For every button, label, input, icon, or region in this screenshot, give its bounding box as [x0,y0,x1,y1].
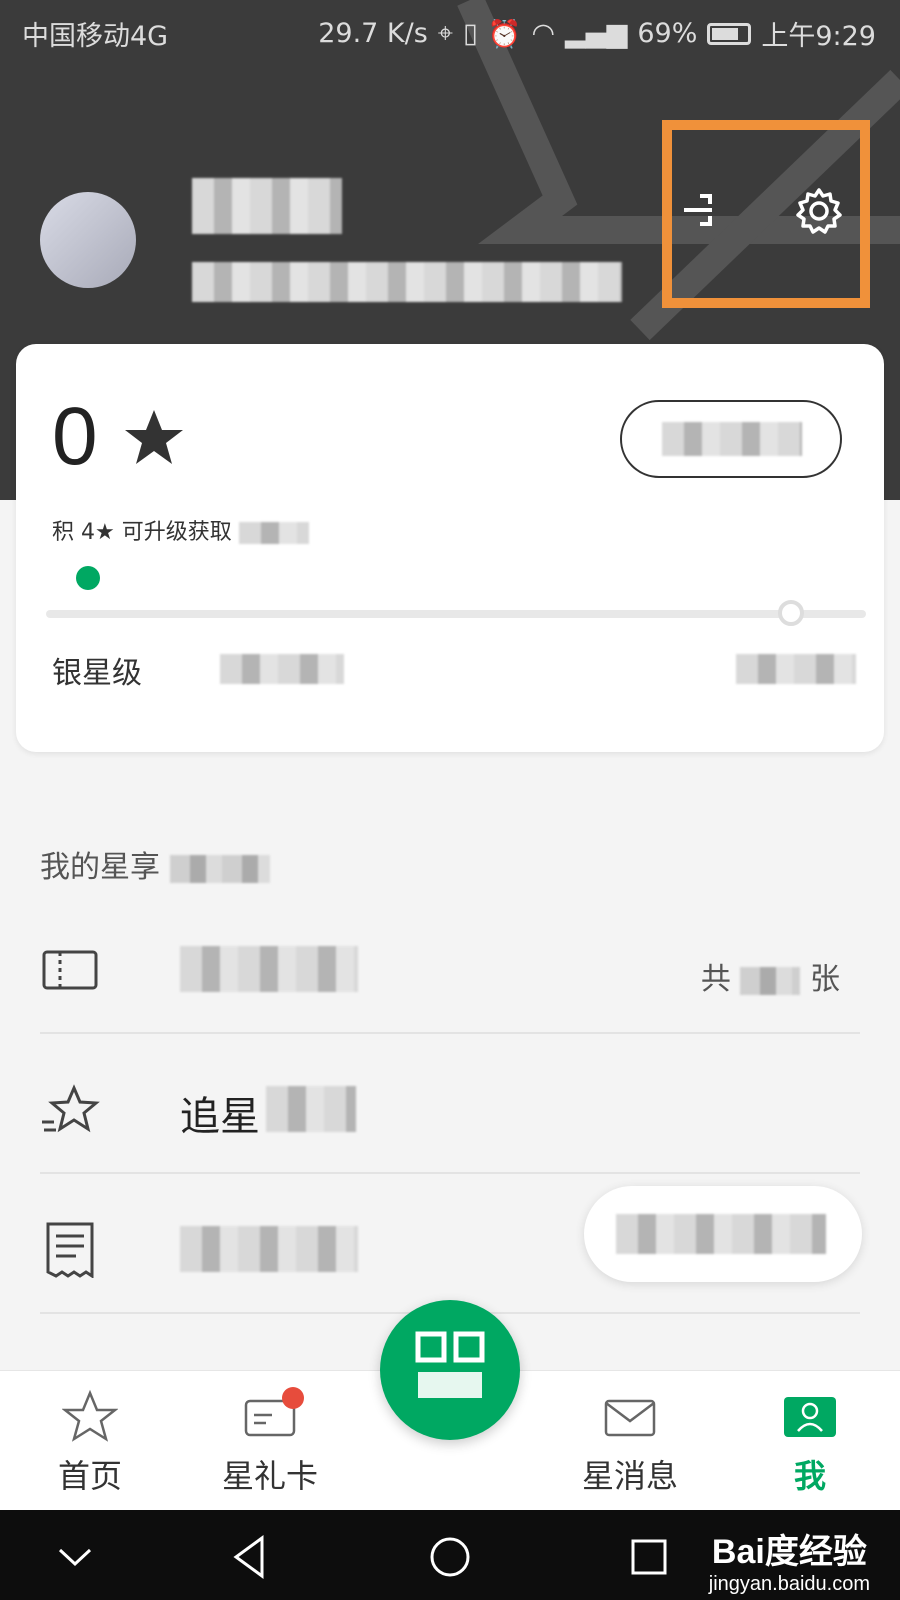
star-outline-icon [62,1389,118,1442]
progress-track [46,610,866,618]
section-title: 我的星享 [40,842,270,886]
coupon-count: 共 张 [701,954,840,998]
envelope-icon [604,1399,656,1437]
notification-badge [282,1387,304,1409]
tab-label: 星消息 [581,1457,678,1495]
recents-icon[interactable] [624,1532,674,1582]
list-item-label-blur [266,1086,356,1132]
carrier-label: 中国移动4G [22,21,169,52]
list-item-label: 追星 [180,1094,260,1140]
progress-current-dot [76,566,100,590]
tab-home[interactable]: 首页 [10,1371,170,1511]
qr-code-button[interactable] [380,1300,520,1440]
person-icon [784,1397,836,1437]
star-icon [125,410,183,464]
my-orders-button[interactable] [584,1186,862,1282]
status-bar: 中国移动4G 29.7 K/s ⌖ ▯ ⏰ ◠ ▂▄▆ 69% 上午9:29 [0,0,900,64]
watermark-brand: Bai度经验 [711,1533,867,1571]
next-level-label [736,654,856,684]
tab-gift-card[interactable]: 星礼卡 [190,1371,350,1511]
member-level-info [192,262,622,302]
section-title-text: 我的星享 [40,850,160,885]
watermark-domain: jingyan.baidu.com [708,1573,870,1595]
list-item-label [180,946,358,992]
back-icon[interactable] [226,1532,276,1582]
benefits-button[interactable] [620,400,842,478]
network-speed: 29.7 K/s [318,18,428,49]
qr-code-icon [415,1331,485,1398]
progress-target-knob [778,600,804,626]
upgrade-hint: 积 4★ 可升级获取 [52,514,309,546]
stars-count: 0 [52,391,98,482]
avatar[interactable] [40,192,136,288]
system-nav-bar: Bai度经验 jingyan.baidu.com [0,1510,900,1600]
coupon-icon [42,950,98,990]
chevron-down-icon[interactable] [50,1532,100,1582]
benefits-button-label [662,422,802,456]
tab-messages[interactable]: 星消息 [550,1371,710,1511]
upgrade-hint-blur [238,522,309,544]
tab-label: 我 [793,1457,826,1495]
coupon-count-suffix: 张 [810,962,840,997]
watermark: Bai度经验 jingyan.baidu.com [709,1524,870,1596]
status-right: 29.7 K/s ⌖ ▯ ⏰ ◠ ▂▄▆ 69% 上午9:29 [318,14,876,53]
section-title-blur [169,854,270,883]
battery-percent: 69% [637,18,698,49]
list-item-star-chase[interactable]: 追星 [40,1044,860,1174]
vibrate-icon: ▯ [463,18,478,49]
list-item-coupons[interactable]: 共 张 [40,904,860,1034]
alarm-icon: ⏰ [487,18,522,50]
star-chase-icon [42,1084,100,1133]
coupon-count-prefix: 共 [700,962,731,997]
battery-icon [707,22,752,45]
location-icon: ⌖ [437,17,453,49]
user-name [192,178,342,234]
progress-mid-label [220,654,344,684]
clock: 上午9:29 [761,21,876,52]
list-item-label [180,1226,358,1272]
signal-icon: ▂▄▆ [565,18,628,49]
upgrade-hint-text: 积 4★ 可升级获取 [52,520,232,545]
home-icon[interactable] [425,1532,475,1582]
tab-me[interactable]: 我 [730,1371,890,1511]
wifi-icon: ◠ [531,18,556,49]
receipt-icon [46,1222,94,1278]
highlight-box [662,120,870,308]
current-level-label: 银星级 [52,656,142,691]
tab-label: 星礼卡 [221,1457,318,1495]
tab-label: 首页 [57,1457,122,1495]
coupon-count-blur [740,966,801,995]
my-orders-label [616,1214,826,1254]
stars-card: 0 积 4★ 可升级获取 银星级 [16,344,884,752]
